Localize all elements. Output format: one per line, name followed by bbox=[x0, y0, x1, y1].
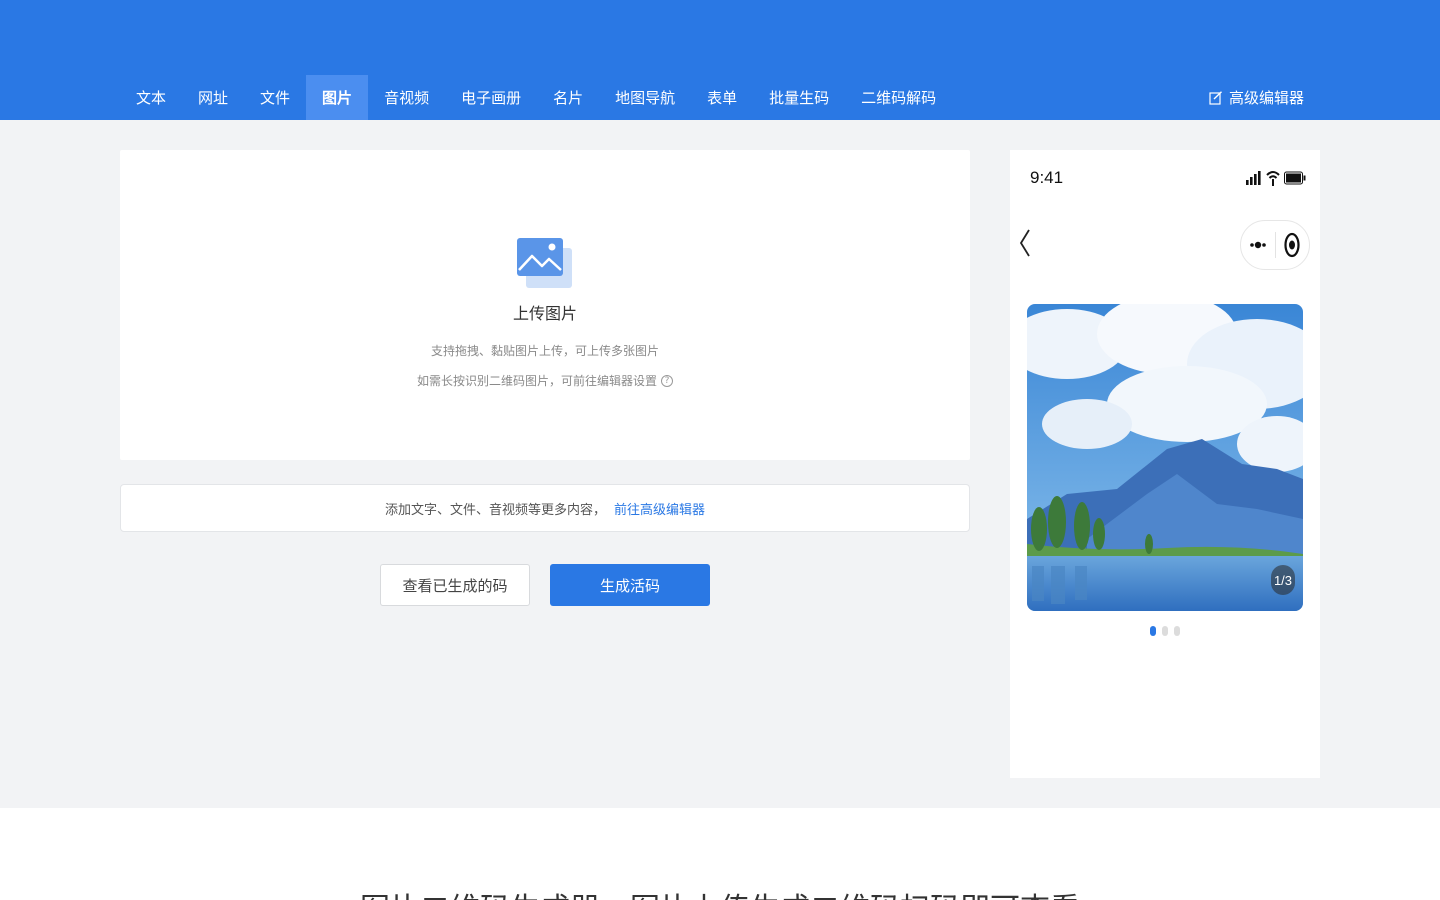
nav-tab-8[interactable]: 表单 bbox=[691, 75, 753, 120]
more-dots-icon bbox=[1249, 241, 1266, 249]
upload-title: 上传图片 bbox=[512, 304, 577, 323]
carousel-dot[interactable] bbox=[1150, 626, 1156, 636]
advanced-editor-link[interactable]: 高级编辑器 bbox=[1209, 75, 1304, 120]
type-nav: 文本 网址 文件 图片 音视频 电子画册 名片 地图导航 表单 批量生码 二维码解码 bbox=[120, 75, 952, 120]
help-icon[interactable]: ? bbox=[661, 374, 673, 387]
intro-title: 图片二维码生成器，图片上传生成二维码扫码即可查看 bbox=[0, 884, 1440, 900]
nav-tab-5[interactable]: 电子画册 bbox=[445, 75, 537, 120]
image-upload-area[interactable]: 上传图片 支持拖拽、黏贴图片上传，可上传多张图片 如需长按识别二维码图片，可前往… bbox=[120, 150, 970, 460]
nav-tab-7[interactable]: 地图导航 bbox=[599, 75, 691, 120]
edit-icon bbox=[1209, 90, 1222, 105]
go-advanced-editor-link[interactable]: 前往高级编辑器 bbox=[614, 499, 705, 518]
nav-tab-2[interactable]: 文件 bbox=[244, 75, 306, 120]
wifi-icon bbox=[1266, 171, 1280, 186]
upload-tip-settings-text: 如需长按识别二维码图片，可前往编辑器设置 bbox=[416, 374, 657, 388]
header-bar: 文本 网址 文件 图片 音视频 电子画册 名片 地图导航 表单 批量生码 二维码解码 高级编辑器 bbox=[0, 0, 1440, 120]
target-circle-icon bbox=[1284, 232, 1300, 258]
nav-tab-10[interactable]: 二维码解码 bbox=[845, 75, 952, 120]
nav-tab-9[interactable]: 批量生码 bbox=[753, 75, 845, 120]
carousel-dot[interactable] bbox=[1162, 626, 1168, 636]
back-arrow-icon[interactable] bbox=[1018, 228, 1032, 258]
view-generated-codes-button[interactable]: 查看已生成的码 bbox=[380, 564, 530, 606]
image-upload-icon bbox=[517, 238, 572, 288]
status-icons bbox=[1246, 170, 1306, 186]
more-content-bar: 添加文字、文件、音视频等更多内容， 前往高级编辑器 bbox=[120, 484, 970, 532]
image-carousel[interactable]: 1/3 bbox=[1027, 304, 1303, 611]
upload-tip-drag: 支持拖拽、黏贴图片上传，可上传多张图片 bbox=[430, 344, 659, 358]
phone-preview: 9:41 1/3 bbox=[1010, 150, 1320, 778]
upload-tip-settings: 如需长按识别二维码图片，可前往编辑器设置 ? bbox=[417, 372, 673, 389]
more-menu-button[interactable] bbox=[1241, 221, 1275, 269]
advanced-editor-label: 高级编辑器 bbox=[1228, 89, 1304, 107]
battery-icon bbox=[1284, 171, 1306, 185]
nav-tab-4[interactable]: 音视频 bbox=[368, 75, 445, 120]
image-counter: 1/3 bbox=[1271, 565, 1295, 595]
nav-tab-0[interactable]: 文本 bbox=[120, 75, 182, 120]
landscape-image bbox=[1027, 304, 1303, 611]
status-time: 9:41 bbox=[1030, 168, 1064, 187]
nav-tab-1[interactable]: 网址 bbox=[182, 75, 244, 120]
signal-icon bbox=[1246, 171, 1261, 185]
intro-section: 图片二维码生成器，图片上传生成二维码扫码即可查看 bbox=[0, 808, 1440, 900]
mini-program-capsule bbox=[1240, 220, 1310, 270]
nav-tab-3[interactable]: 图片 bbox=[306, 75, 369, 120]
generate-code-button[interactable]: 生成活码 bbox=[550, 564, 710, 606]
more-content-text: 添加文字、文件、音视频等更多内容， bbox=[384, 502, 606, 518]
carousel-dots bbox=[1150, 626, 1180, 636]
close-mini-program-button[interactable] bbox=[1276, 221, 1310, 269]
nav-tab-6[interactable]: 名片 bbox=[537, 75, 599, 120]
carousel-dot[interactable] bbox=[1174, 626, 1180, 636]
